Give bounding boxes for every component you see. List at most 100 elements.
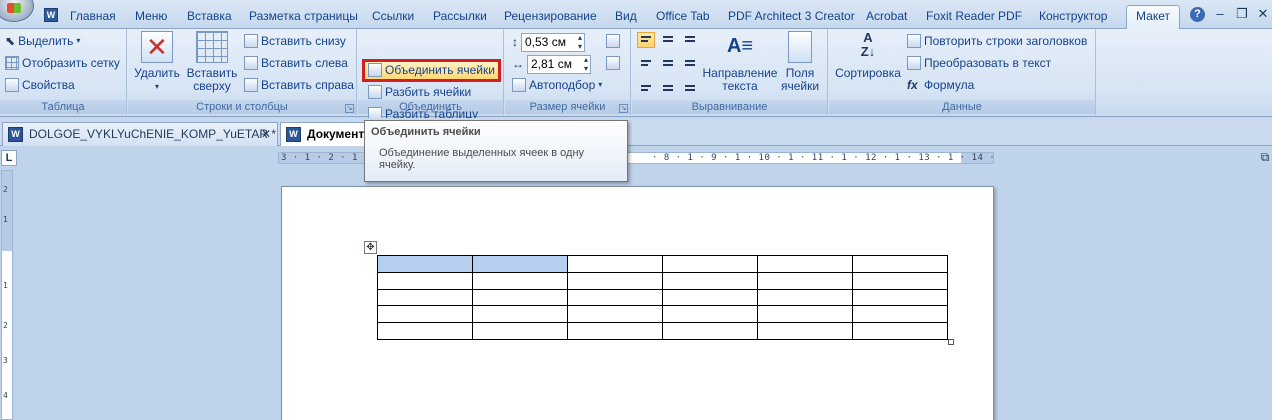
table-resize-handle[interactable] (948, 339, 954, 345)
tab-office-tab[interactable]: Office Tab (652, 6, 714, 28)
table-move-handle-icon[interactable]: ✥ (364, 241, 377, 254)
table-cell[interactable] (852, 271, 948, 290)
view-gridlines-button[interactable]: Отобразить сетку (3, 53, 122, 73)
tab-insert[interactable]: Вставка (183, 6, 236, 28)
tab-references[interactable]: Ссылки (368, 6, 418, 28)
text-direction-button[interactable]: A≡ Направление текста (702, 31, 778, 93)
table-cell[interactable] (377, 322, 473, 340)
document-tab-bar: W DOLGOE_VYKLYuChENIE_KOMP_YuETAR * ✕ W … (0, 118, 1272, 146)
table-cell-selected[interactable] (377, 255, 473, 273)
help-icon[interactable]: ? (1190, 7, 1205, 22)
restore-icon[interactable]: ❐ (1234, 6, 1250, 22)
tab-review[interactable]: Рецензирование (500, 6, 601, 28)
table-cell[interactable] (662, 322, 758, 340)
table-cell[interactable] (757, 322, 853, 340)
table-cell[interactable] (472, 271, 568, 290)
tab-design[interactable]: Конструктор (1035, 6, 1111, 28)
table-cell[interactable] (757, 305, 853, 324)
split-cells-button[interactable]: Разбить ячейки (366, 82, 473, 102)
convert-to-text-button[interactable]: Преобразовать в текст (905, 53, 1053, 73)
cell-margins-button[interactable]: Поля ячейки (780, 31, 820, 93)
doc-tab-dolgoe[interactable]: W DOLGOE_VYKLYuChENIE_KOMP_YuETAR * ✕ (2, 122, 278, 146)
group-data: A Z↓ Сортировка Повторить строки заголовк… (829, 29, 1096, 115)
minimize-icon[interactable]: – (1212, 6, 1228, 22)
table-cell[interactable] (472, 288, 568, 307)
table-cell[interactable] (852, 255, 948, 273)
ruler-toggle-icon[interactable]: ⧉ (1258, 150, 1272, 168)
table-cell[interactable] (757, 271, 853, 290)
insert-left-button[interactable]: Вставить слева (242, 53, 350, 73)
vertical-ruler[interactable]: 2 1 1 2 3 4 (1, 170, 13, 420)
tab-foxit[interactable]: Foxit Reader PDF (922, 6, 1026, 28)
office-button[interactable] (0, 0, 34, 22)
align-top-center-icon[interactable] (659, 32, 677, 48)
dialog-launcher-icon[interactable]: ↘ (619, 104, 628, 113)
align-middle-center-icon[interactable] (659, 54, 677, 70)
column-width-input[interactable]: 2,81 см (527, 54, 591, 74)
table-cell[interactable] (662, 255, 758, 273)
tab-pdf-architect[interactable]: PDF Architect 3 Creator (724, 6, 859, 28)
group-label-cell-size: Размер ячейки (505, 100, 630, 114)
tab-mailings[interactable]: Рассылки (429, 6, 491, 28)
table-cell[interactable] (567, 305, 663, 324)
tab-layout[interactable]: Макет (1126, 5, 1180, 29)
table-cell[interactable] (567, 255, 663, 273)
table-cell[interactable] (662, 305, 758, 324)
tab-acrobat[interactable]: Acrobat (862, 6, 911, 28)
properties-button[interactable]: Свойства (3, 75, 77, 95)
word-app-icon[interactable]: W (44, 8, 58, 22)
sort-button[interactable]: A Z↓ Сортировка (833, 31, 903, 80)
table-cell[interactable] (757, 255, 853, 273)
autofit-button[interactable]: Автоподбор ▾ (510, 75, 604, 95)
close-icon[interactable]: ✕ (1255, 6, 1271, 22)
tab-stop-selector[interactable]: L (1, 150, 17, 166)
table-cell[interactable] (567, 322, 663, 340)
document-table[interactable] (377, 255, 948, 340)
table-cell[interactable] (377, 271, 473, 290)
insert-below-button[interactable]: Вставить снизу (242, 31, 348, 51)
align-bottom-center-icon[interactable] (659, 77, 677, 93)
table-cell-selected[interactable] (472, 255, 568, 273)
distribute-rows-icon[interactable] (606, 34, 620, 48)
tab-home[interactable]: Главная (66, 6, 120, 28)
table-cell[interactable] (377, 305, 473, 324)
align-top-right-icon[interactable] (681, 32, 699, 48)
row-height-input[interactable]: 0,53 см (521, 32, 585, 52)
dialog-launcher-icon[interactable]: ↘ (345, 104, 354, 113)
close-tab-icon[interactable]: ✕ (261, 123, 271, 145)
table-cell[interactable] (567, 271, 663, 290)
formula-button[interactable]: fx Формула (905, 75, 976, 95)
select-button[interactable]: ⬉ Выделить ▾ (3, 31, 82, 51)
table-cell[interactable] (472, 305, 568, 324)
distribute-columns-icon[interactable] (606, 56, 620, 70)
insert-right-button[interactable]: Вставить справа (242, 75, 356, 95)
delete-button[interactable]: ✕ Удалить ▾ (132, 31, 182, 93)
doc-tab-document[interactable]: W Документ (280, 122, 370, 146)
insert-above-button[interactable]: Вставить сверху (186, 31, 238, 93)
table-cell[interactable] (472, 322, 568, 340)
grid-icon (5, 56, 19, 70)
ruler-margin-top (2, 171, 12, 251)
table-cell[interactable] (662, 288, 758, 307)
align-middle-right-icon[interactable] (681, 54, 699, 70)
align-top-left-icon[interactable] (637, 32, 655, 48)
table-cell[interactable] (662, 271, 758, 290)
repeat-header-rows-button[interactable]: Повторить строки заголовков (905, 31, 1089, 51)
column-width-control: ↔ 2,81 см (512, 54, 591, 74)
table-cell[interactable] (852, 305, 948, 324)
table-cell[interactable] (567, 288, 663, 307)
table-cell[interactable] (852, 288, 948, 307)
align-bottom-left-icon[interactable] (637, 77, 655, 93)
group-rows-columns: ✕ Удалить ▾ Вставить сверху Вставить сни… (128, 29, 357, 115)
tab-menu[interactable]: Меню (131, 6, 171, 28)
chevron-down-icon: ▾ (76, 36, 81, 45)
align-bottom-right-icon[interactable] (681, 77, 699, 93)
align-middle-left-icon[interactable] (637, 54, 655, 70)
repeat-header-icon (907, 34, 921, 48)
table-cell[interactable] (377, 288, 473, 307)
table-cell[interactable] (852, 322, 948, 340)
merge-cells-button[interactable]: Объединить ячейки (366, 60, 497, 80)
table-cell[interactable] (757, 288, 853, 307)
tab-page-layout[interactable]: Разметка страницы (245, 6, 362, 28)
tab-view[interactable]: Вид (611, 6, 641, 28)
